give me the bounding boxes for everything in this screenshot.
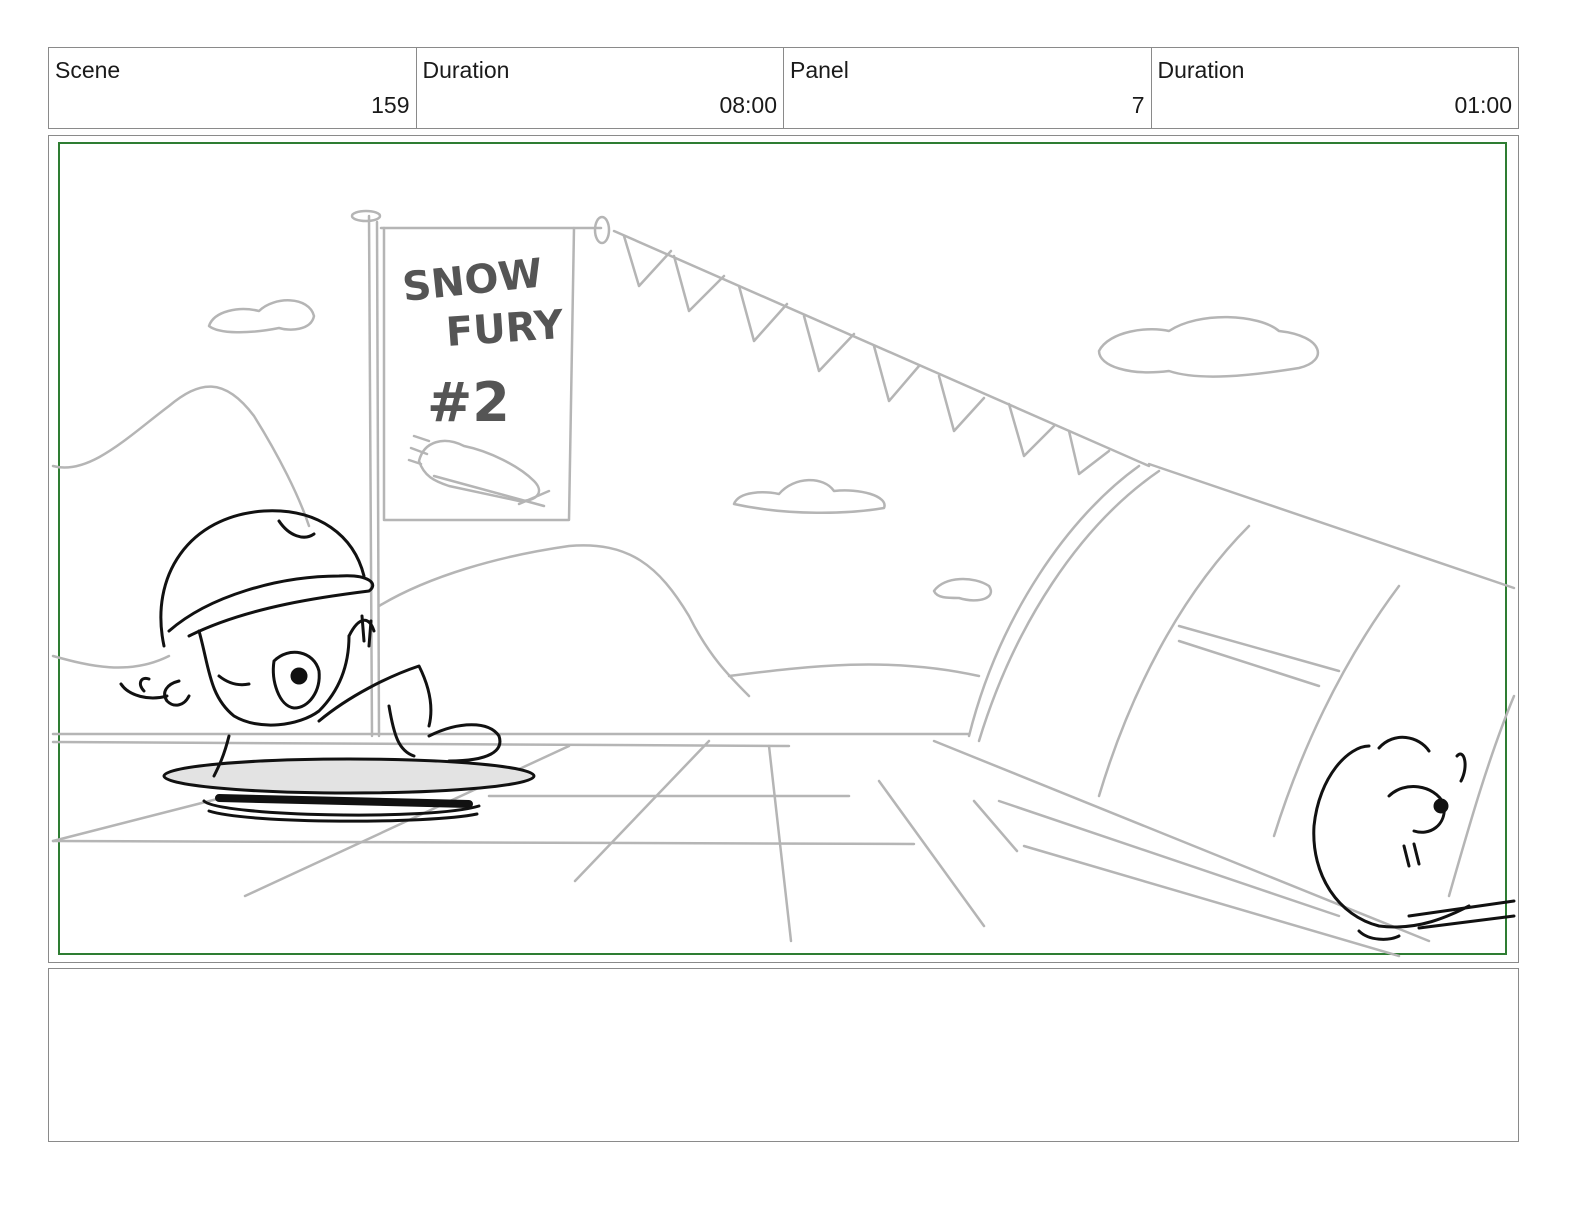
sled-runner-dark [215, 794, 473, 808]
banner-sled-figure [417, 439, 541, 503]
hat-brim [167, 574, 375, 638]
rival-ear [1455, 752, 1467, 783]
rival-mouth [1402, 842, 1421, 868]
main-character [119, 509, 536, 823]
panel-info-header: Scene 159 Duration 08:00 Panel 7 Duratio… [48, 47, 1519, 129]
panel-label: Panel [790, 57, 849, 83]
scene-duration-value: 08:00 [719, 92, 777, 118]
scene-duration-label: Duration [422, 57, 510, 83]
rival-hand [1357, 929, 1401, 941]
chute-top-rail [1147, 462, 1516, 590]
banner-line-3: #2 [427, 371, 510, 434]
chute-bottom-rail-2 [997, 799, 1341, 918]
character-braid-tie [163, 679, 191, 707]
pole-top [350, 209, 382, 223]
ground-perspective-5 [877, 779, 986, 928]
rival-head [1312, 744, 1471, 929]
panel-value: 7 [1131, 92, 1145, 118]
scene-label: Scene [55, 57, 121, 83]
chute-rib-3 [1447, 694, 1516, 898]
chute-inner-line-2 [1177, 639, 1321, 688]
chute-rib-1 [1097, 524, 1251, 798]
chute-rib-2 [1272, 584, 1401, 838]
cloud-3 [732, 478, 886, 515]
ground-line-2 [51, 740, 791, 748]
chute-bottom-tick [972, 799, 1019, 853]
character-pupil [290, 667, 308, 685]
pennant-flags [622, 234, 1111, 476]
cloud-4 [932, 577, 993, 602]
storyboard-sketch: SNOW FURY #2 [51, 142, 1516, 958]
rival-character [1312, 735, 1516, 941]
panel-duration-label: Duration [1157, 57, 1245, 83]
rival-pupil [1433, 798, 1449, 814]
banner-text: SNOW FURY #2 [400, 251, 566, 434]
banner-line-1: SNOW [400, 251, 544, 311]
mountain-left [51, 385, 311, 528]
character-arm [317, 664, 433, 728]
banner-line-2: FURY [444, 302, 565, 356]
hill-right [727, 663, 981, 678]
banner-rod-end [593, 215, 611, 245]
character-braid [119, 676, 169, 700]
ground-perspective-1 [51, 794, 231, 843]
action-notes-box[interactable] [48, 968, 1519, 1142]
scene-cell: Scene 159 [49, 48, 417, 128]
rival-hat-top [1377, 735, 1431, 753]
scene-value: 159 [371, 92, 410, 118]
panel-duration-cell: Duration 01:00 [1152, 48, 1519, 128]
chute-edge-2 [977, 469, 1161, 743]
flag-pole [367, 214, 374, 738]
storyboard-frame: SNOW FURY #2 [48, 135, 1519, 963]
safe-area-border [58, 142, 1507, 955]
panel-cell: Panel 7 [784, 48, 1152, 128]
cloud-1 [207, 299, 316, 334]
panel-duration-value: 01:00 [1454, 92, 1512, 118]
mountain-center [377, 544, 751, 698]
chute-bottom-rail-3 [1022, 844, 1401, 958]
flag-pole-inner [375, 220, 381, 738]
ground-line-3 [51, 839, 916, 846]
character-hat [159, 509, 366, 648]
ground-perspective-3 [573, 739, 711, 883]
scene-duration-cell: Duration 08:00 [417, 48, 784, 128]
hill-left [51, 654, 171, 669]
character-body [387, 704, 416, 758]
character-hand [347, 614, 376, 648]
character-mouth [217, 674, 251, 687]
cloud-2 [1097, 315, 1319, 378]
